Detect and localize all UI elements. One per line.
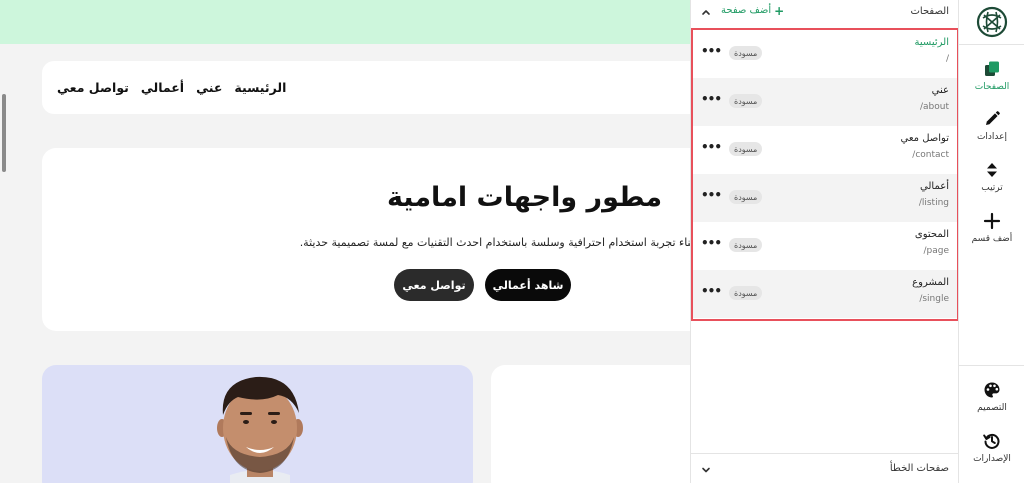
pages-list: الرئيسية / مسودة ••• عني /about مسودة ••… <box>691 28 959 321</box>
site-nav-contact[interactable]: تواصل معي <box>57 80 129 95</box>
site-nav-about[interactable]: عني <box>196 80 222 95</box>
view-works-button[interactable]: شاهد أعمالي <box>485 269 571 301</box>
profile-photo-card <box>42 365 473 483</box>
history-icon <box>983 433 1000 449</box>
hero-title: مطور واجهات امامية <box>386 182 663 213</box>
more-options-icon[interactable]: ••• <box>701 188 722 202</box>
chevron-up-icon[interactable] <box>700 6 712 18</box>
page-path: /about <box>920 102 949 112</box>
pencil-icon <box>986 111 1000 125</box>
page-path: /page <box>923 246 949 256</box>
page-row-single[interactable]: المشروع /single مسودة ••• <box>693 270 957 318</box>
page-row-about[interactable]: عني /about مسودة ••• <box>693 78 957 126</box>
error-pages-label: صفحات الخطأ <box>889 463 949 474</box>
more-options-icon[interactable]: ••• <box>701 92 722 106</box>
rail-pages[interactable]: الصفحات <box>959 60 1024 104</box>
contact-me-button[interactable]: تواصل معي <box>394 269 474 301</box>
preview-scrollbar[interactable] <box>0 44 8 483</box>
more-options-icon[interactable]: ••• <box>701 140 722 154</box>
sort-icon <box>987 163 997 177</box>
page-name: أعمالي <box>920 181 949 192</box>
add-page-button[interactable]: + أضف صفحة <box>721 3 785 18</box>
hero-subtitle: ساعدك في بناء تجربة استخدام احترافية وسل… <box>299 236 690 249</box>
rail-design[interactable]: التصميم <box>959 381 1024 425</box>
pages-panel-title: الصفحات <box>910 6 949 17</box>
draft-badge: مسودة <box>729 142 763 156</box>
rail-versions[interactable]: الإصدارات <box>959 432 1024 476</box>
rail-divider-bottom <box>959 365 1024 366</box>
rail-design-label: التصميم <box>977 403 1007 413</box>
hero-section: مطور واجهات امامية ساعدك في بناء تجربة ا… <box>42 148 690 331</box>
more-options-icon[interactable]: ••• <box>701 236 722 250</box>
rail-divider <box>959 44 1024 45</box>
chevron-down-icon[interactable] <box>700 464 712 476</box>
draft-badge: مسودة <box>729 190 763 204</box>
pages-panel: الصفحات + أضف صفحة الرئيسية / مسودة ••• … <box>690 0 959 483</box>
page-path: /contact <box>912 150 949 160</box>
pages-panel-header: الصفحات + أضف صفحة <box>691 0 959 26</box>
rail-versions-label: الإصدارات <box>973 454 1011 464</box>
more-options-icon[interactable]: ••• <box>701 284 722 298</box>
page-preview-canvas: الرئيسية عني أعمالي تواصل معي مطور واجها… <box>0 0 690 483</box>
add-page-label: أضف صفحة <box>721 5 772 16</box>
draft-badge: مسودة <box>729 46 763 60</box>
website-builder: الرئيسية عني أعمالي تواصل معي مطور واجها… <box>0 0 1024 483</box>
draft-badge: مسودة <box>729 286 763 300</box>
palette-icon <box>984 382 1000 398</box>
page-row-contact[interactable]: تواصل معي /contact مسودة ••• <box>693 126 957 174</box>
plus-icon: + <box>774 3 785 18</box>
more-options-icon[interactable]: ••• <box>701 44 722 58</box>
rail-add-section[interactable]: أضف قسم <box>959 212 1024 256</box>
site-nav-works[interactable]: أعمالي <box>141 80 184 95</box>
page-name: المحتوى <box>914 229 949 240</box>
site-navbar: الرئيسية عني أعمالي تواصل معي <box>42 61 690 114</box>
page-row-listing[interactable]: أعمالي /listing مسودة ••• <box>693 174 957 222</box>
preview-top-band <box>0 0 690 44</box>
page-path: /listing <box>918 198 949 208</box>
preview-scroll-thumb[interactable] <box>2 94 6 172</box>
draft-badge: مسودة <box>729 94 763 108</box>
rail-pages-label: الصفحات <box>974 82 1010 92</box>
page-name: المشروع <box>912 277 949 288</box>
page-path: / <box>945 54 949 64</box>
app-logo[interactable] <box>976 6 1008 38</box>
right-toolbar: الصفحات إعدادات ترتيب أضف قسم التصميم ال… <box>958 0 1024 483</box>
pages-icon <box>985 61 999 76</box>
page-row-page[interactable]: المحتوى /page مسودة ••• <box>693 222 957 270</box>
profile-photo <box>217 376 303 483</box>
rail-settings-label: إعدادات <box>976 132 1008 142</box>
rail-settings[interactable]: إعدادات <box>959 110 1024 154</box>
page-path: /single <box>919 294 949 304</box>
rail-order-label: ترتيب <box>981 183 1003 193</box>
page-name: تواصل معي <box>900 133 950 144</box>
site-nav-home[interactable]: الرئيسية <box>234 80 286 95</box>
page-row-home[interactable]: الرئيسية / مسودة ••• <box>693 30 957 78</box>
page-name: عني <box>931 85 949 96</box>
rail-order[interactable]: ترتيب <box>959 161 1024 205</box>
page-name: الرئيسية <box>914 37 949 48</box>
rail-add-section-label: أضف قسم <box>971 234 1013 244</box>
draft-badge: مسودة <box>729 238 763 252</box>
plus-icon <box>983 212 1001 230</box>
error-pages-section[interactable]: صفحات الخطأ <box>691 453 959 483</box>
about-card <box>491 365 690 483</box>
site-nav-links: الرئيسية عني أعمالي تواصل معي <box>57 61 286 114</box>
